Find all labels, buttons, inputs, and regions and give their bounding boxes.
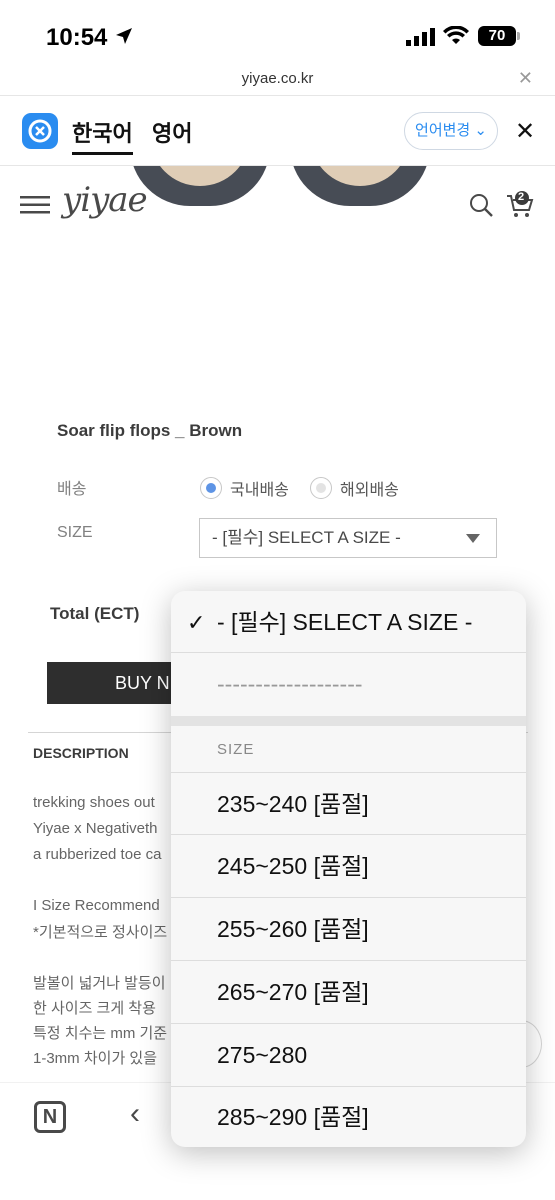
chevron-down-icon: ⌄ (474, 122, 487, 139)
wifi-icon (443, 26, 469, 44)
url-bar[interactable]: yiyae.co.kr ✕ (0, 64, 555, 96)
picker-option-separator[interactable]: ------------------- (171, 653, 526, 716)
translate-bar: 한국어 영어 언어변경 ⌄ ✕ (0, 96, 555, 166)
battery-indicator: 70 (478, 26, 516, 46)
picker-option-selected[interactable]: ✓ - [필수] SELECT A SIZE - (171, 591, 526, 653)
battery-tip (517, 32, 520, 40)
url-text[interactable]: yiyae.co.kr (0, 70, 555, 87)
picker-option[interactable]: 235~240 [품절] (171, 772, 526, 835)
size-picker-dropdown: ✓ - [필수] SELECT A SIZE - ----------------… (171, 591, 526, 1147)
picker-option[interactable]: 245~250 [품절] (171, 835, 526, 898)
status-time: 10:54 (46, 24, 108, 51)
cellular-signal-icon (406, 28, 435, 46)
picker-option[interactable]: 275~280 (171, 1024, 526, 1087)
change-language-label: 언어변경 (415, 122, 471, 139)
picker-group-gap (171, 716, 526, 726)
location-arrow-icon (116, 28, 132, 44)
picker-option-label: - [필수] SELECT A SIZE - (217, 609, 473, 635)
tab-source-language[interactable]: 한국어 (72, 116, 133, 155)
picker-group-label: SIZE (217, 741, 255, 758)
tab-target-language[interactable]: 영어 (152, 116, 192, 148)
picker-option[interactable]: 255~260 [품절] (171, 898, 526, 961)
close-translate-icon[interactable]: ✕ (515, 117, 535, 146)
picker-option[interactable]: 265~270 [품절] (171, 961, 526, 1024)
close-url-icon[interactable]: ✕ (518, 68, 533, 89)
status-bar: 10:54 70 (0, 0, 555, 64)
change-language-button[interactable]: 언어변경 ⌄ (404, 112, 498, 150)
translate-app-icon (22, 113, 58, 149)
checkmark-icon: ✓ (187, 610, 206, 635)
picker-option[interactable]: 285~290 [품절] (171, 1087, 526, 1147)
